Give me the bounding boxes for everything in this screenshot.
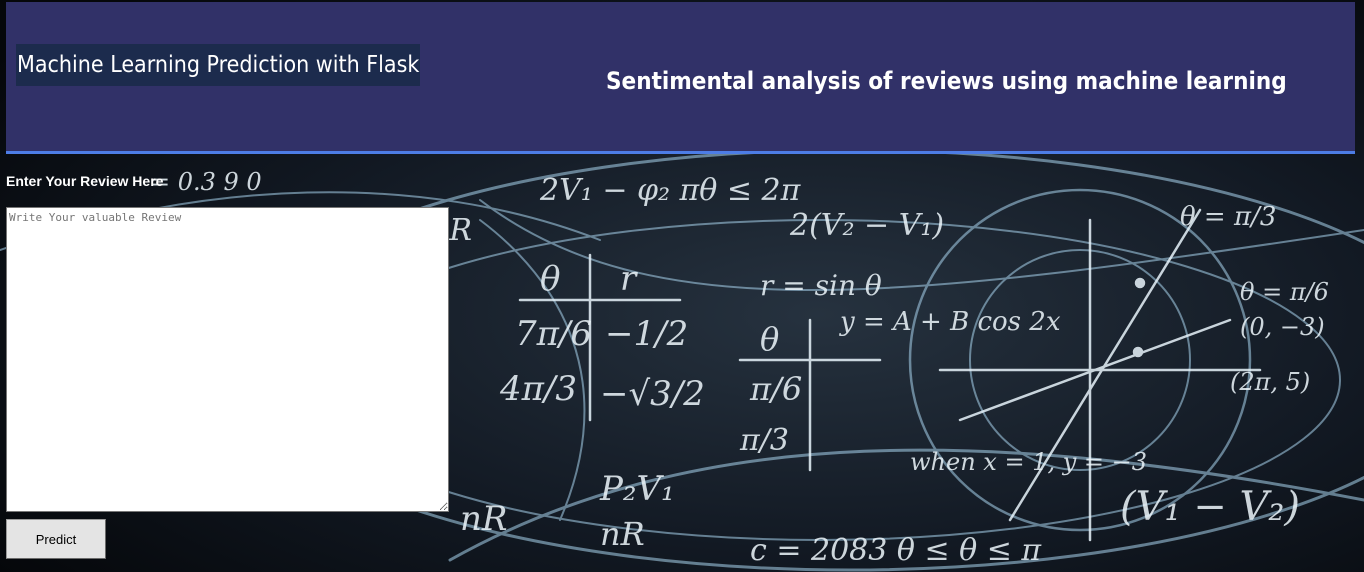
svg-text:θ = π/3: θ = π/3 bbox=[1180, 202, 1276, 232]
svg-text:7π/6: 7π/6 bbox=[515, 314, 592, 354]
svg-text:when x = 1, y = −3: when x = 1, y = −3 bbox=[910, 448, 1147, 476]
svg-text:θ: θ bbox=[760, 320, 779, 358]
svg-text:y = A + B cos 2x: y = A + B cos 2x bbox=[839, 307, 1061, 337]
review-label: Enter Your Review Here bbox=[6, 173, 164, 189]
svg-text:nR: nR bbox=[460, 499, 508, 539]
svg-text:= 0.3 9 0: = 0.3 9 0 bbox=[150, 168, 262, 196]
predict-button[interactable]: Predict bbox=[6, 519, 106, 559]
svg-text:4π/3: 4π/3 bbox=[499, 369, 577, 409]
svg-text:r: r bbox=[620, 259, 638, 299]
svg-text:(0, −3): (0, −3) bbox=[1240, 313, 1325, 341]
svg-text:(2π, 5): (2π, 5) bbox=[1230, 368, 1310, 396]
svg-text:(V₁ − V₂): (V₁ − V₂) bbox=[1120, 484, 1300, 530]
svg-text:2(V₂ − V₁): 2(V₂ − V₁) bbox=[789, 208, 944, 243]
svg-text:θ = π/6: θ = π/6 bbox=[1240, 278, 1329, 306]
review-textarea[interactable] bbox=[6, 207, 449, 512]
svg-text:c = 2083 θ ≤ θ ≤ π: c = 2083 θ ≤ θ ≤ π bbox=[750, 533, 1042, 568]
page-header: Machine Learning Prediction with Flask S… bbox=[6, 2, 1355, 154]
svg-text:π/6: π/6 bbox=[749, 370, 802, 408]
svg-text:θ: θ bbox=[540, 259, 560, 299]
svg-text:nR: nR bbox=[600, 515, 645, 553]
svg-text:P₂V₁: P₂V₁ bbox=[599, 469, 675, 509]
svg-text:−√3/2: −√3/2 bbox=[600, 374, 705, 414]
page-subtitle: Sentimental analysis of reviews using ma… bbox=[606, 67, 1287, 95]
svg-text:r = sin θ: r = sin θ bbox=[760, 269, 882, 302]
svg-text:2V₁ − φ₂ πθ ≤ 2π: 2V₁ − φ₂ πθ ≤ 2π bbox=[539, 173, 802, 208]
svg-text:π/3: π/3 bbox=[739, 423, 789, 458]
app-title: Machine Learning Prediction with Flask bbox=[16, 44, 421, 86]
svg-text:−1/2: −1/2 bbox=[605, 314, 688, 354]
